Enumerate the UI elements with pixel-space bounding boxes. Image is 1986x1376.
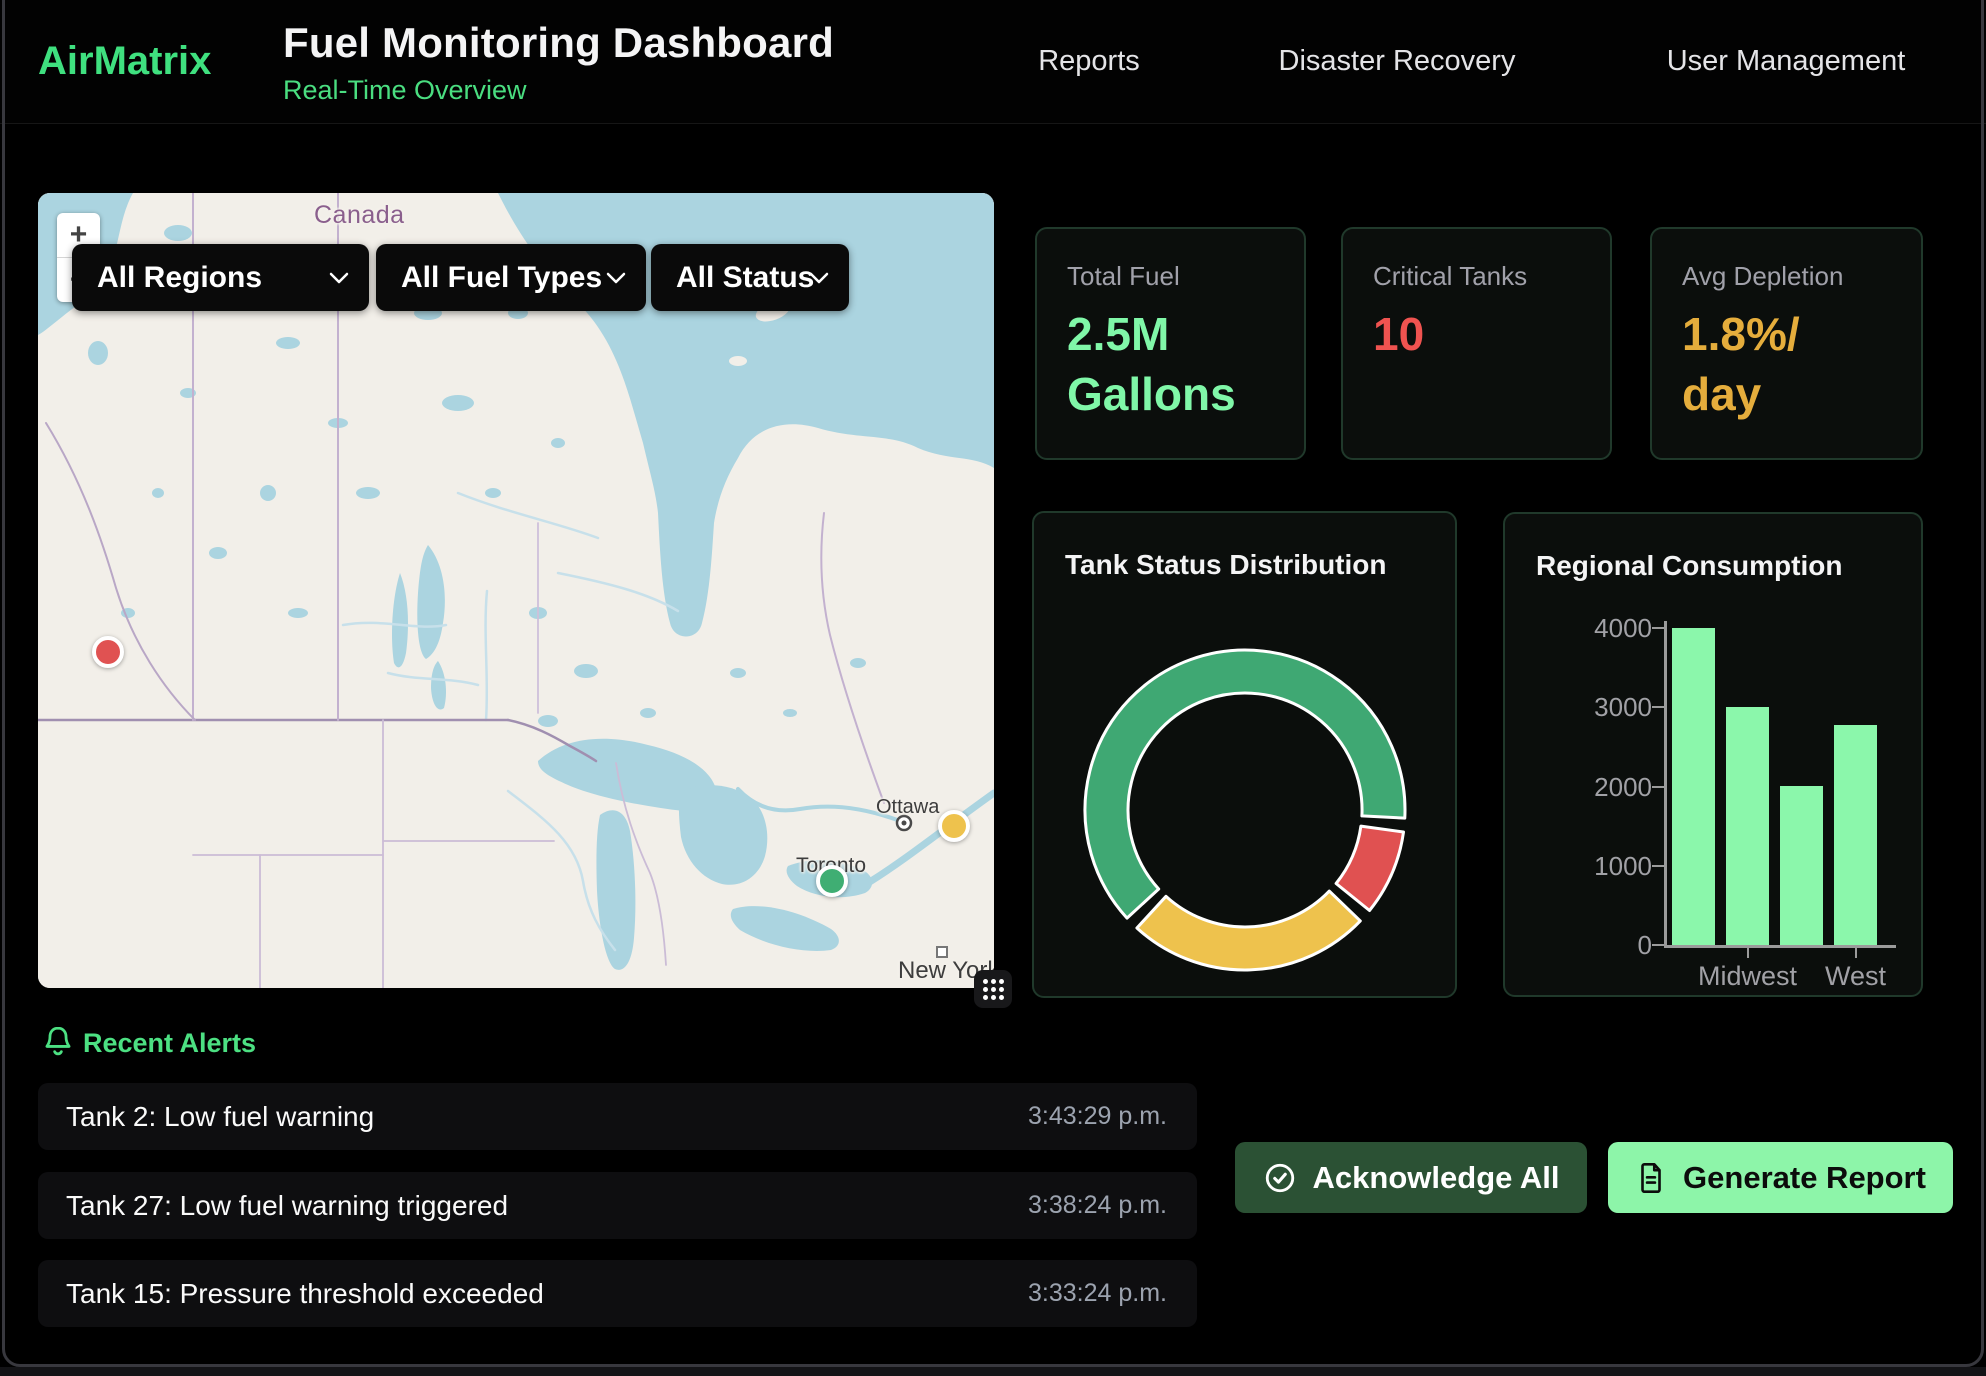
top-bar: AirMatrix Fuel Monitoring Dashboard Real… <box>0 0 1986 124</box>
fuel-map[interactable]: Canada Ottawa Toronto New York + − All R… <box>38 193 994 988</box>
status-filter-value: All Status <box>676 261 814 294</box>
stat-label: Total Fuel <box>1067 261 1304 292</box>
alert-time: 3:43:29 p.m. <box>1028 1083 1167 1150</box>
chevron-down-icon <box>329 272 349 284</box>
nav-user-management[interactable]: User Management <box>1667 0 1906 123</box>
chevron-down-icon <box>809 272 829 284</box>
stat-card-avg-depletion: Avg Depletion 1.8%/ day <box>1650 227 1923 460</box>
stat-value-line: 10 <box>1373 304 1610 364</box>
stat-label: Critical Tanks <box>1373 261 1610 292</box>
alert-message: Tank 2: Low fuel warning <box>66 1083 374 1150</box>
nav-disaster-recovery[interactable]: Disaster Recovery <box>1279 0 1516 123</box>
alert-message: Tank 27: Low fuel warning triggered <box>66 1172 508 1239</box>
tank-marker[interactable] <box>938 810 970 842</box>
bottom-strip <box>0 1367 1986 1376</box>
regions-filter-value: All Regions <box>97 261 262 294</box>
acknowledge-all-label: Acknowledge All <box>1313 1160 1560 1196</box>
title-block: Fuel Monitoring Dashboard Real-Time Over… <box>283 19 834 106</box>
alert-message: Tank 15: Pressure threshold exceeded <box>66 1260 544 1327</box>
stat-value-line: 1.8%/ <box>1682 304 1921 364</box>
regional-consumption-card: Regional Consumption 01000200030004000Mi… <box>1503 512 1923 997</box>
stat-card-total-fuel: Total Fuel 2.5M Gallons <box>1035 227 1306 460</box>
alerts-heading: Recent Alerts <box>83 1028 256 1059</box>
stat-value: 1.8%/ day <box>1682 304 1921 424</box>
alert-row: Tank 15: Pressure threshold exceeded 3:3… <box>38 1260 1197 1327</box>
map-drag-handle[interactable] <box>974 970 1012 1008</box>
stat-card-critical-tanks: Critical Tanks 10 <box>1341 227 1612 460</box>
stat-value-line: day <box>1682 364 1921 424</box>
nav-reports[interactable]: Reports <box>1038 0 1140 123</box>
bell-icon <box>41 1024 75 1060</box>
report-document-icon <box>1635 1161 1667 1195</box>
page-title: Fuel Monitoring Dashboard <box>283 19 834 67</box>
map-label-ottawa: Ottawa <box>876 796 939 819</box>
tank-marker[interactable] <box>92 636 124 668</box>
stat-value-line: 2.5M <box>1067 304 1304 364</box>
stat-value-line: Gallons <box>1067 364 1304 424</box>
alert-row: Tank 2: Low fuel warning 3:43:29 p.m. <box>38 1083 1197 1150</box>
tank-status-card: Tank Status Distribution <box>1032 511 1457 998</box>
tank-marker[interactable] <box>816 865 848 897</box>
alert-time: 3:33:24 p.m. <box>1028 1260 1167 1327</box>
check-circle-icon <box>1263 1161 1297 1195</box>
chevron-down-icon <box>606 272 626 284</box>
stat-label: Avg Depletion <box>1682 261 1921 292</box>
page-subtitle: Real-Time Overview <box>283 75 834 106</box>
acknowledge-all-button[interactable]: Acknowledge All <box>1235 1142 1587 1213</box>
generate-report-button[interactable]: Generate Report <box>1608 1142 1953 1213</box>
brand-logo: AirMatrix <box>38 0 211 123</box>
fuel-type-filter-value: All Fuel Types <box>401 261 602 294</box>
stat-value: 2.5M Gallons <box>1067 304 1304 424</box>
alert-time: 3:38:24 p.m. <box>1028 1172 1167 1239</box>
map-label-canada: Canada <box>314 201 405 230</box>
regional-consumption-bar-chart: 01000200030004000MidwestWest <box>1505 514 1925 999</box>
status-filter-dropdown[interactable]: All Status <box>651 244 849 311</box>
regions-filter-dropdown[interactable]: All Regions <box>72 244 369 311</box>
fuel-type-filter-dropdown[interactable]: All Fuel Types <box>376 244 646 311</box>
tank-status-donut-chart <box>1034 513 1459 1000</box>
generate-report-label: Generate Report <box>1683 1160 1926 1196</box>
alert-row: Tank 27: Low fuel warning triggered 3:38… <box>38 1172 1197 1239</box>
stat-value: 10 <box>1373 304 1610 364</box>
